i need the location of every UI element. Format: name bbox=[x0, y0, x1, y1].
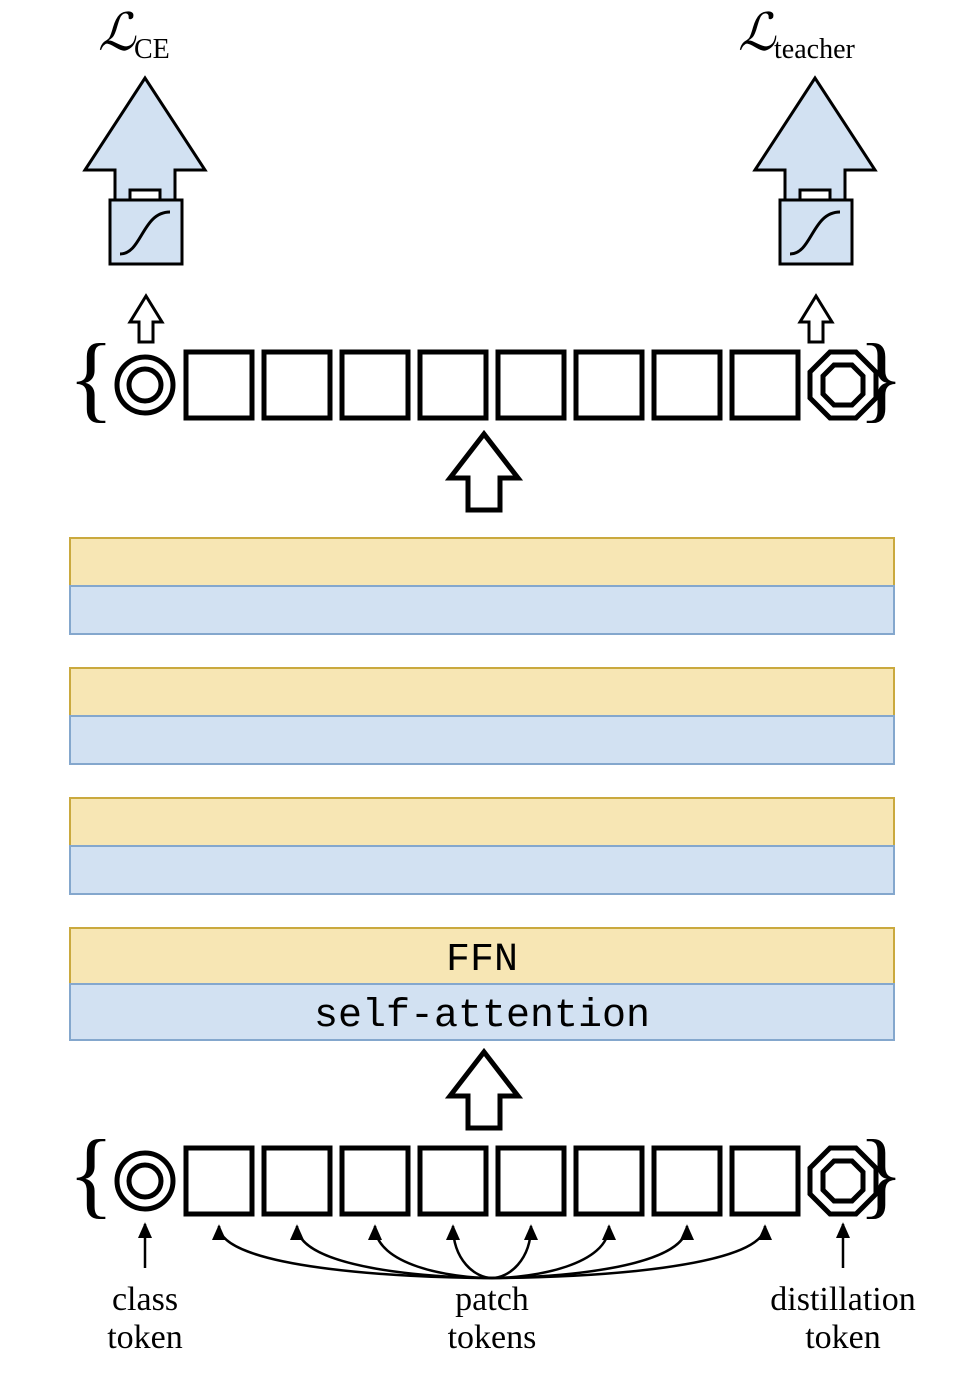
loss-arrow-left bbox=[85, 78, 205, 264]
patch-token-icon bbox=[732, 1148, 798, 1214]
up-arrow-icon bbox=[450, 1052, 518, 1128]
patch-token-icon bbox=[576, 1148, 642, 1214]
transformer-block bbox=[70, 538, 894, 634]
transformer-block bbox=[70, 668, 894, 764]
svg-text:token: token bbox=[805, 1319, 881, 1356]
patch-token-icon bbox=[498, 352, 564, 418]
patch-fanout-arrows bbox=[219, 1226, 765, 1278]
patch-token-icon bbox=[342, 1148, 408, 1214]
patch-token-icon bbox=[186, 352, 252, 418]
class-token-label: class token bbox=[107, 1281, 183, 1356]
patch-token-icon bbox=[420, 352, 486, 418]
patch-token-icon bbox=[498, 1148, 564, 1214]
loss-symbol: ℒ bbox=[738, 5, 777, 62]
transformer-block-labeled: FFN self-attention bbox=[70, 928, 894, 1040]
loss-right: ℒ teacher bbox=[738, 5, 855, 65]
patch-token-icon bbox=[576, 352, 642, 418]
loss-arrow-right bbox=[755, 78, 875, 264]
class-token-icon bbox=[112, 352, 178, 418]
loss-left: ℒ CE bbox=[98, 5, 170, 65]
patch-token-icon bbox=[732, 352, 798, 418]
svg-text:patch: patch bbox=[455, 1281, 529, 1318]
patch-token-icon bbox=[654, 352, 720, 418]
patch-token-icon bbox=[264, 352, 330, 418]
patch-token-icon bbox=[420, 1148, 486, 1214]
brace-left-icon: { bbox=[68, 1120, 114, 1227]
distillation-token-label: distillation token bbox=[770, 1281, 915, 1356]
small-up-arrow-right bbox=[800, 296, 832, 342]
transformer-block bbox=[70, 798, 894, 894]
brace-left-icon: { bbox=[68, 324, 114, 431]
patch-token-icon bbox=[264, 1148, 330, 1214]
svg-text:tokens: tokens bbox=[448, 1319, 537, 1356]
svg-text:distillation: distillation bbox=[770, 1281, 915, 1318]
input-token-row: { } bbox=[68, 1120, 904, 1227]
patch-tokens-label: patch tokens bbox=[448, 1281, 537, 1356]
ffn-label: FFN bbox=[446, 938, 518, 983]
loss-symbol: ℒ bbox=[98, 5, 137, 62]
loss-sub: teacher bbox=[774, 34, 855, 65]
loss-sub: CE bbox=[134, 34, 170, 65]
small-up-arrow-left bbox=[130, 296, 162, 342]
up-arrow-icon bbox=[450, 434, 518, 510]
patch-token-icon bbox=[186, 1148, 252, 1214]
patch-token-icon bbox=[654, 1148, 720, 1214]
output-token-row: { } bbox=[68, 324, 904, 431]
svg-text:class: class bbox=[112, 1281, 178, 1318]
self-attention-label: self-attention bbox=[314, 994, 650, 1039]
class-token-icon bbox=[117, 1153, 173, 1209]
patch-token-icon bbox=[342, 352, 408, 418]
svg-text:token: token bbox=[107, 1319, 183, 1356]
